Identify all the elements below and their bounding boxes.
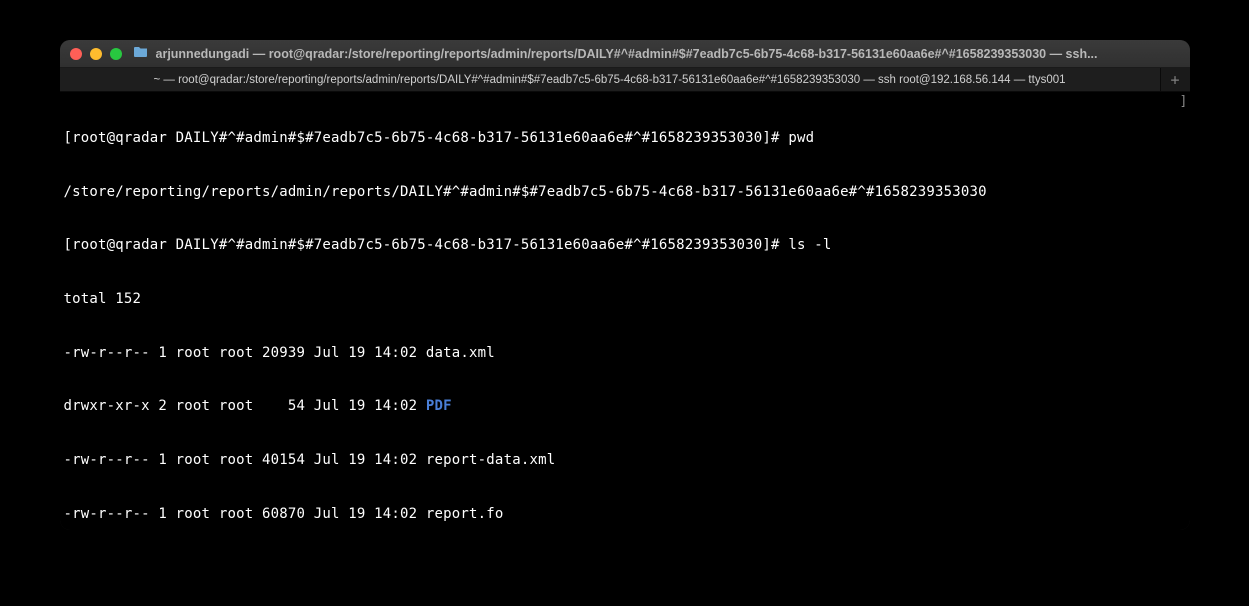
folder-icon — [134, 46, 148, 61]
plus-icon: + — [1170, 71, 1179, 89]
close-button[interactable] — [70, 48, 82, 60]
terminal-line: -rw-r--r-- 1 root root 40154 Jul 19 14:0… — [64, 452, 1186, 470]
scroll-indicator: ] — [1179, 94, 1187, 111]
prompt: [root@qradar DAILY#^#admin#$#7eadb7c5-6b… — [64, 130, 789, 146]
command-text: ls -l — [788, 237, 831, 253]
terminal-line: /store/reporting/reports/admin/reports/D… — [64, 184, 1186, 202]
command-text: pwd — [788, 130, 814, 146]
terminal-line: [root@qradar DAILY#^#admin#$#7eadb7c5-6b… — [64, 237, 1186, 255]
titlebar[interactable]: arjunnedungadi — root@qradar:/store/repo… — [60, 40, 1190, 68]
tabbar: ~ — root@qradar:/store/reporting/reports… — [60, 68, 1190, 92]
terminal-line: -rw-r--r-- 1 root root 60870 Jul 19 14:0… — [64, 506, 1186, 524]
terminal-body[interactable]: [root@qradar DAILY#^#admin#$#7eadb7c5-6b… — [60, 92, 1190, 530]
traffic-lights — [70, 48, 122, 60]
tab-label: ~ — root@qradar:/store/reporting/reports… — [153, 74, 1065, 86]
maximize-button[interactable] — [110, 48, 122, 60]
terminal-line: drwxr-xr-x 2 root root 54 Jul 19 14:02 P… — [64, 398, 1186, 416]
terminal-window: arjunnedungadi — root@qradar:/store/repo… — [60, 40, 1190, 530]
terminal-line: -rw-r--r-- 1 root root 20939 Jul 19 14:0… — [64, 345, 1186, 363]
prompt: [root@qradar DAILY#^#admin#$#7eadb7c5-6b… — [64, 237, 789, 253]
terminal-line: [root@qradar DAILY#^#admin#$#7eadb7c5-6b… — [64, 130, 1186, 148]
minimize-button[interactable] — [90, 48, 102, 60]
terminal-line: total 152 — [64, 291, 1186, 309]
tab-terminal-session[interactable]: ~ — root@qradar:/store/reporting/reports… — [60, 68, 1160, 91]
new-tab-button[interactable]: + — [1160, 68, 1190, 91]
directory-name: PDF — [426, 398, 452, 414]
window-title: arjunnedungadi — root@qradar:/store/repo… — [156, 47, 1180, 61]
